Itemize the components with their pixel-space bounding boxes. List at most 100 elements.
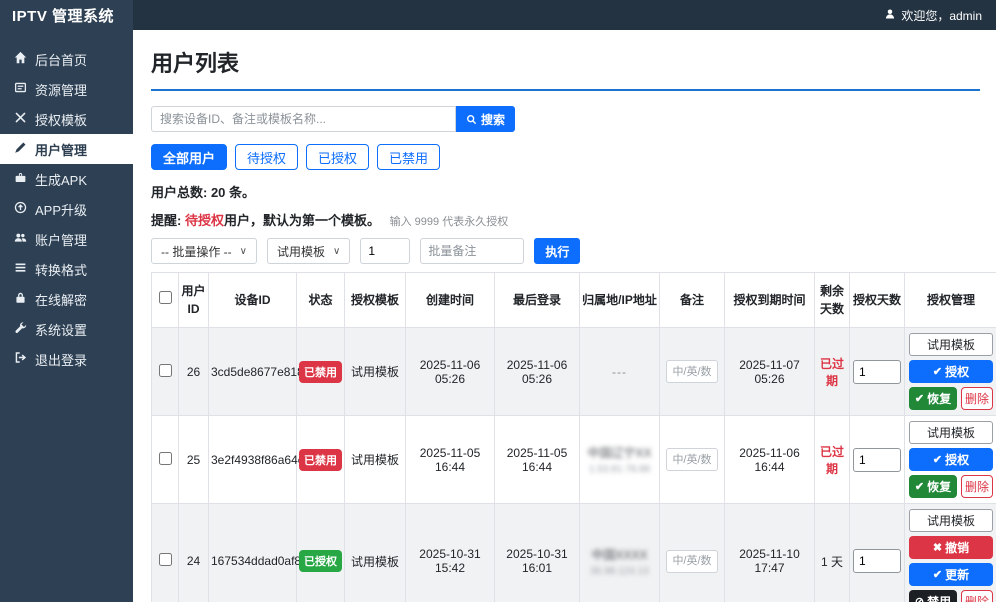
cell-device-id: 167534ddad0af85c — [209, 504, 297, 602]
remark-input[interactable] — [666, 360, 718, 383]
sidebar-item-label: 用户管理 — [35, 140, 87, 159]
lock-icon — [14, 291, 27, 307]
restore-button[interactable]: ✔恢复 — [909, 475, 957, 498]
sidebar-item-user-management[interactable]: 用户管理 — [0, 134, 133, 164]
row-checkbox[interactable] — [159, 452, 172, 465]
authorize-button[interactable]: ✔授权 — [909, 448, 993, 471]
app-brand: IPTV 管理系统 — [0, 0, 133, 30]
sidebar-item-convert-format[interactable]: 转换格式 — [0, 254, 133, 284]
col-last-login: 最后登录 — [495, 273, 580, 328]
cell-remaining: 已过期 — [820, 445, 844, 476]
table-row: 25 3e2f4938f86a64ef 已禁用 试用模板 2025-11-05 … — [152, 416, 996, 504]
col-device-id: 设备ID — [209, 273, 297, 328]
page-title: 用户列表 — [151, 46, 980, 91]
template-select[interactable]: 试用模板 — [909, 333, 993, 356]
col-created: 创建时间 — [406, 273, 495, 328]
cell-expire: 2025-11-06 16:44 — [725, 416, 815, 504]
pen-icon — [14, 141, 27, 157]
cell-template: 试用模板 — [345, 328, 406, 416]
cell-remaining: 已过期 — [820, 357, 844, 388]
cell-user-id: 25 — [179, 416, 209, 504]
cell-expire: 2025-11-10 17:47 — [725, 504, 815, 602]
notice-body: 用户，默认为第一个模板。 — [224, 213, 380, 228]
search-button[interactable]: 搜索 — [456, 106, 515, 132]
welcome-text: 欢迎您，admin — [901, 7, 982, 24]
cell-template: 试用模板 — [345, 504, 406, 602]
sign-out-icon — [14, 351, 27, 367]
sidebar-item-label: 生成APK — [35, 170, 87, 189]
delete-button[interactable]: 删除 — [961, 475, 993, 498]
topbar: 欢迎您，admin — [133, 0, 996, 30]
col-template: 授权模板 — [345, 273, 406, 328]
sidebar-item-label: APP升级 — [35, 200, 87, 219]
template-select[interactable]: 试用模板 — [909, 421, 993, 444]
home-icon — [14, 51, 27, 67]
notice-hint: 输入 9999 代表永久授权 — [390, 216, 509, 228]
sidebar-item-accounts[interactable]: 账户管理 — [0, 224, 133, 254]
sidebar-item-label: 授权模板 — [35, 110, 87, 129]
cell-created: 2025-11-05 16:44 — [406, 416, 495, 504]
cell-expire: 2025-11-07 05:26 — [725, 328, 815, 416]
tab-pending[interactable]: 待授权 — [235, 144, 298, 170]
col-auth-days: 授权天数 — [850, 273, 905, 328]
col-status: 状态 — [297, 273, 345, 328]
sidebar: IPTV 管理系统 后台首页 资源管理 授权模板 用户管理 生成APK — [0, 0, 133, 602]
cell-location: 中国XXXX — [582, 546, 657, 563]
tab-all-users[interactable]: 全部用户 — [151, 144, 227, 170]
template-select[interactable]: 试用模板 — [909, 509, 993, 532]
col-remaining: 剩余天数 — [815, 273, 850, 328]
filter-tabs: 全部用户 待授权 已授权 已禁用 — [151, 144, 980, 170]
users-icon — [14, 231, 27, 247]
chevron-down-icon: ∨ — [240, 246, 247, 257]
sidebar-item-resources[interactable]: 资源管理 — [0, 74, 133, 104]
delete-button[interactable]: 删除 — [961, 387, 993, 410]
sidebar-item-logout[interactable]: 退出登录 — [0, 344, 133, 374]
cell-created: 2025-10-31 15:42 — [406, 504, 495, 602]
auth-days-input[interactable] — [853, 448, 901, 472]
batch-template-select[interactable]: 试用模板 ∨ — [267, 238, 350, 264]
update-button[interactable]: ✔更新 — [909, 563, 993, 586]
cell-last-login: 2025-10-31 16:01 — [495, 504, 580, 602]
batch-days-input[interactable] — [360, 238, 410, 264]
sidebar-item-label: 资源管理 — [35, 80, 87, 99]
notice-highlight: 待授权 — [185, 213, 224, 228]
tab-disabled[interactable]: 已禁用 — [377, 144, 440, 170]
check-icon: ✔ — [915, 392, 924, 405]
delete-button[interactable]: 删除 — [961, 590, 993, 602]
app-window: IPTV 管理系统 后台首页 资源管理 授权模板 用户管理 生成APK — [0, 0, 996, 602]
restore-button[interactable]: ✔恢复 — [909, 387, 957, 410]
col-remark: 备注 — [660, 273, 725, 328]
sidebar-item-app-upgrade[interactable]: APP升级 — [0, 194, 133, 224]
row-checkbox[interactable] — [159, 553, 172, 566]
batch-operation-select[interactable]: -- 批量操作 -- ∨ — [151, 238, 257, 264]
sidebar-item-system-settings[interactable]: 系统设置 — [0, 314, 133, 344]
user-icon — [884, 8, 896, 23]
col-user-id: 用户ID — [179, 273, 209, 328]
tab-authorized[interactable]: 已授权 — [306, 144, 369, 170]
batch-remark-input[interactable] — [420, 238, 524, 264]
execute-button[interactable]: 执行 — [534, 238, 580, 264]
cell-last-login: 2025-11-05 16:44 — [495, 416, 580, 504]
sidebar-item-label: 后台首页 — [35, 50, 87, 69]
cell-last-login: 2025-11-06 05:26 — [495, 328, 580, 416]
row-checkbox[interactable] — [159, 364, 172, 377]
remark-input[interactable] — [666, 550, 718, 573]
sidebar-item-online-decrypt[interactable]: 在线解密 — [0, 284, 133, 314]
col-manage: 授权管理 — [905, 273, 996, 328]
remark-input[interactable] — [666, 448, 718, 471]
disable-button[interactable]: ⊘禁用 — [909, 590, 957, 602]
authorize-button[interactable]: ✔授权 — [909, 360, 993, 383]
search-input[interactable] — [151, 106, 456, 132]
revoke-button[interactable]: ✖撤销 — [909, 536, 993, 559]
check-icon: ✔ — [915, 480, 924, 493]
ban-icon: ⊘ — [915, 595, 924, 602]
list-icon — [14, 261, 27, 277]
sidebar-item-generate-apk[interactable]: 生成APK — [0, 164, 133, 194]
sidebar-item-label: 账户管理 — [35, 230, 87, 249]
auth-days-input[interactable] — [853, 549, 901, 573]
auth-days-input[interactable] — [853, 360, 901, 384]
sidebar-item-label: 在线解密 — [35, 290, 87, 309]
select-all-checkbox[interactable] — [159, 291, 172, 304]
sidebar-item-home[interactable]: 后台首页 — [0, 44, 133, 74]
sidebar-item-auth-templates[interactable]: 授权模板 — [0, 104, 133, 134]
